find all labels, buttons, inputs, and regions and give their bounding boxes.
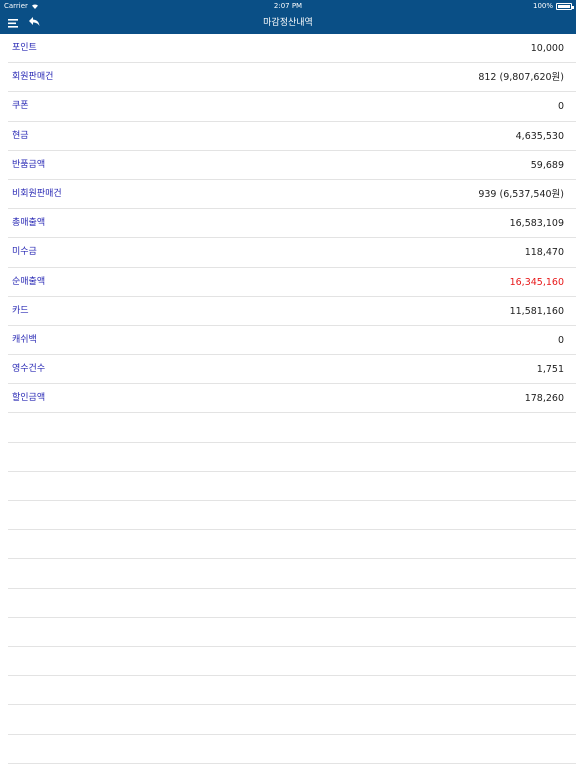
row-value: 1,751 [536,364,564,376]
list-item: 쿠폰 0 [8,92,576,122]
list-item: 비회원판매건 939 (6,537,540원) [8,180,576,210]
list-item: 반품금액 59,689 [8,151,576,180]
empty-row [8,472,576,501]
battery-percent: 100% [532,2,553,10]
empty-row [8,647,576,677]
empty-row [8,589,576,618]
row-label: 미수금 [12,247,37,258]
row-label: 할인금액 [12,393,46,404]
row-value: 16,583,109 [509,218,564,230]
row-value: 10,000 [530,43,564,54]
row-label: 비회원판매건 [12,188,62,199]
battery-icon [556,2,574,10]
list-item: 포인트 10,000 [8,34,576,64]
row-value: 812 (9,807,620원) [478,72,564,84]
row-value: 11,581,160 [509,305,564,317]
row-label: 포인트 [12,43,37,53]
row-label: 캐쉬백 [12,334,37,345]
list-item: 총매출액 16,583,109 [8,209,576,239]
header-bar: Carrier 2:07 PM 100% 마감정산내역 [0,0,576,34]
empty-row [8,618,576,647]
row-value: 939 (6,537,540원) [478,188,564,200]
page-title: 마감정산내역 [263,18,313,28]
list-item: 캐쉬백 0 [8,326,576,356]
empty-row [8,413,576,443]
row-value: 0 [557,101,564,113]
empty-row [8,676,576,706]
menu-icon[interactable] [8,17,20,29]
back-arrow-icon[interactable] [28,15,41,28]
settlement-list: 포인트 10,000 회원판매건 812 (9,807,620원) 쿠폰 0 현… [8,34,576,764]
row-label: 총매출액 [12,218,46,229]
row-label: 카드 [12,305,29,316]
status-time: 2:07 PM [273,2,303,10]
row-value: 59,689 [530,159,564,171]
row-value-highlight: 16,345,160 [509,276,564,288]
row-label: 쿠폰 [12,101,29,112]
list-item: 순매출액 16,345,160 [8,268,576,297]
list-item: 영수건수 1,751 [8,355,576,385]
empty-row [8,735,576,764]
row-label: 현금 [12,130,29,141]
empty-row [8,443,576,472]
row-value: 178,260 [524,393,564,405]
list-item: 미수금 118,470 [8,238,576,268]
status-bar: Carrier 2:07 PM 100% [0,0,576,12]
list-item: 할인금액 178,260 [8,384,576,414]
row-value: 4,635,530 [515,130,564,142]
status-right: 100% [532,0,574,12]
row-label: 순매출액 [12,276,46,287]
list-item: 회원판매건 812 (9,807,620원) [8,63,576,93]
empty-row [8,530,576,560]
row-label: 영수건수 [12,364,46,375]
empty-row [8,559,576,589]
row-value: 0 [557,334,564,346]
list-item: 현금 4,635,530 [8,122,576,151]
nav-bar: 마감정산내역 [0,12,576,34]
list-item: 카드 11,581,160 [8,297,576,326]
row-value: 118,470 [524,247,564,259]
empty-row [8,705,576,735]
row-label: 회원판매건 [12,72,54,83]
empty-row [8,501,576,531]
row-label: 반품금액 [12,159,46,170]
